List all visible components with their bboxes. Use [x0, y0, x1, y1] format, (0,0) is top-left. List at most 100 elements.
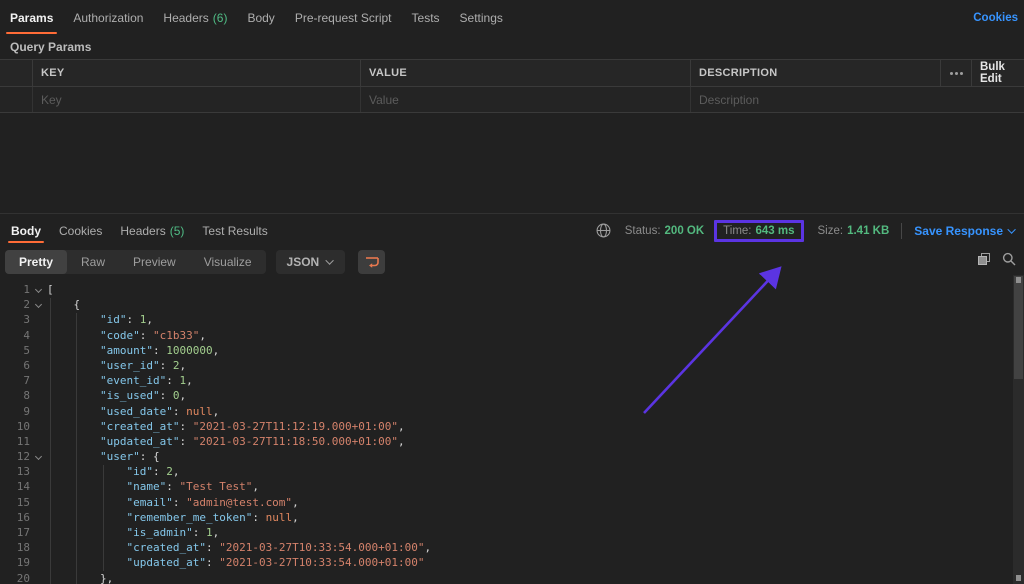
save-response-label: Save Response	[914, 224, 1003, 238]
code-line: 17 "is_admin": 1,	[0, 525, 1024, 540]
code-line: 1[	[0, 282, 1024, 297]
tab-params[interactable]: Params	[0, 0, 63, 36]
query-params-label: Query Params	[10, 40, 91, 54]
save-response-button[interactable]: Save Response	[914, 224, 1016, 238]
globe-icon	[596, 223, 611, 238]
code-line: 11 "updated_at": "2021-03-27T11:18:50.00…	[0, 434, 1024, 449]
code-line: 18 "created_at": "2021-03-27T10:33:54.00…	[0, 540, 1024, 555]
value-input[interactable]	[361, 87, 690, 112]
line-number: 18	[0, 540, 30, 555]
line-number: 2	[0, 297, 30, 312]
code-text: "created_at": "2021-03-27T10:33:54.000+0…	[47, 540, 1024, 555]
code-text: "is_admin": 1,	[47, 525, 1024, 540]
tab-pre-request-script[interactable]: Pre-request Script	[285, 0, 402, 36]
line-number: 12	[0, 449, 30, 464]
params-empty-row	[0, 87, 1024, 113]
code-line: 14 "name": "Test Test",	[0, 479, 1024, 494]
row-select-column	[0, 60, 32, 86]
code-line: 20 },	[0, 571, 1024, 584]
key-input[interactable]	[33, 87, 360, 112]
cookies-link[interactable]: Cookies	[973, 0, 1018, 36]
tab-headers[interactable]: Headers (5)	[111, 214, 193, 247]
view-raw[interactable]: Raw	[67, 250, 119, 274]
code-line: 2 {	[0, 297, 1024, 312]
fold-chevron-icon[interactable]	[30, 282, 47, 297]
code-text: "is_used": 0,	[47, 388, 1024, 403]
code-line: 8 "is_used": 0,	[0, 388, 1024, 403]
fold-chevron-icon[interactable]	[30, 449, 47, 464]
view-mode-switcher: PrettyRawPreviewVisualize	[5, 250, 266, 274]
code-text: "updated_at": "2021-03-27T11:18:50.000+0…	[47, 434, 1024, 449]
beautify-button[interactable]	[358, 250, 385, 274]
code-text: "code": "c1b33",	[47, 328, 1024, 343]
code-line: 13 "id": 2,	[0, 464, 1024, 479]
code-line: 15 "email": "admin@test.com",	[0, 495, 1024, 510]
time-indicator-highlighted: Time: 643 ms	[714, 220, 803, 242]
fold-chevron-icon[interactable]	[30, 297, 47, 312]
code-line: 3 "id": 1,	[0, 312, 1024, 327]
size-label: Size:	[818, 225, 844, 237]
status-label: Status:	[625, 225, 661, 237]
code-line: 12 "user": {	[0, 449, 1024, 464]
code-text: "name": "Test Test",	[47, 479, 1024, 494]
tab-label: Params	[10, 11, 53, 25]
code-text: "email": "admin@test.com",	[47, 495, 1024, 510]
view-pretty[interactable]: Pretty	[5, 250, 67, 274]
tab-label: Pre-request Script	[295, 11, 392, 25]
meta-divider	[901, 223, 902, 239]
response-body-editor[interactable]: 1[2 {3 "id": 1,4 "code": "c1b33",5 "amou…	[0, 276, 1024, 584]
view-visualize[interactable]: Visualize	[190, 250, 266, 274]
tab-label: Test Results	[202, 224, 267, 238]
code-text: [	[47, 282, 1024, 297]
code-line: 7 "event_id": 1,	[0, 373, 1024, 388]
code-line: 10 "created_at": "2021-03-27T11:12:19.00…	[0, 419, 1024, 434]
code-text: "event_id": 1,	[47, 373, 1024, 388]
line-number: 4	[0, 328, 30, 343]
response-toolbar: PrettyRawPreviewVisualize JSON	[0, 249, 1024, 275]
code-line: 16 "remember_me_token": null,	[0, 510, 1024, 525]
request-tabs: Params Authorization Headers(6) Body Pre-req…	[0, 0, 513, 36]
code-line: 19 "updated_at": "2021-03-27T10:33:54.00…	[0, 555, 1024, 570]
copy-icon[interactable]	[977, 252, 991, 266]
scrollbar[interactable]	[1013, 275, 1024, 584]
description-input[interactable]	[691, 87, 1024, 112]
tab-body[interactable]: Body	[2, 214, 50, 247]
format-select[interactable]: JSON	[276, 250, 346, 274]
code-text: "remember_me_token": null,	[47, 510, 1024, 525]
scrollbar-thumb[interactable]	[1014, 276, 1023, 379]
view-preview[interactable]: Preview	[119, 250, 190, 274]
tab-label: Headers	[120, 224, 165, 238]
tab-count: (5)	[170, 224, 185, 238]
line-number: 1	[0, 282, 30, 297]
indent-guide	[76, 313, 77, 584]
tab-label: Authorization	[73, 11, 143, 25]
line-number: 8	[0, 388, 30, 403]
code-lines: 1[2 {3 "id": 1,4 "code": "c1b33",5 "amou…	[0, 282, 1024, 584]
line-number: 3	[0, 312, 30, 327]
tab-label: Body	[247, 11, 274, 25]
tab-label: Tests	[412, 11, 440, 25]
response-tabs: BodyCookies Headers (5) Test Results	[2, 214, 277, 247]
tab-authorization[interactable]: Authorization	[63, 0, 153, 36]
key-column-header: KEY	[32, 60, 360, 86]
line-number: 9	[0, 404, 30, 419]
chevron-down-icon	[326, 256, 334, 264]
response-meta-right: Status: 200 OK Time: 643 ms Size: 1.41 K…	[596, 220, 1016, 242]
tab-test-results[interactable]: Test Results	[193, 214, 276, 247]
status-indicator: Status: 200 OK	[625, 225, 704, 237]
code-text: {	[47, 297, 1024, 312]
tab-body[interactable]: Body	[237, 0, 284, 36]
line-number: 15	[0, 495, 30, 510]
tab-headers[interactable]: Headers(6)	[153, 0, 237, 36]
code-text: "user": {	[47, 449, 1024, 464]
more-options-icon[interactable]	[940, 60, 971, 86]
search-icon[interactable]	[1002, 252, 1016, 266]
bulk-edit-button[interactable]: Bulk Edit	[971, 60, 1024, 86]
tab-cookies[interactable]: Cookies	[50, 214, 111, 247]
line-number: 7	[0, 373, 30, 388]
tab-tests[interactable]: Tests	[402, 0, 450, 36]
time-label: Time:	[723, 225, 751, 237]
code-line: 4 "code": "c1b33",	[0, 328, 1024, 343]
tab-settings[interactable]: Settings	[450, 0, 513, 36]
code-text: },	[47, 571, 1024, 584]
